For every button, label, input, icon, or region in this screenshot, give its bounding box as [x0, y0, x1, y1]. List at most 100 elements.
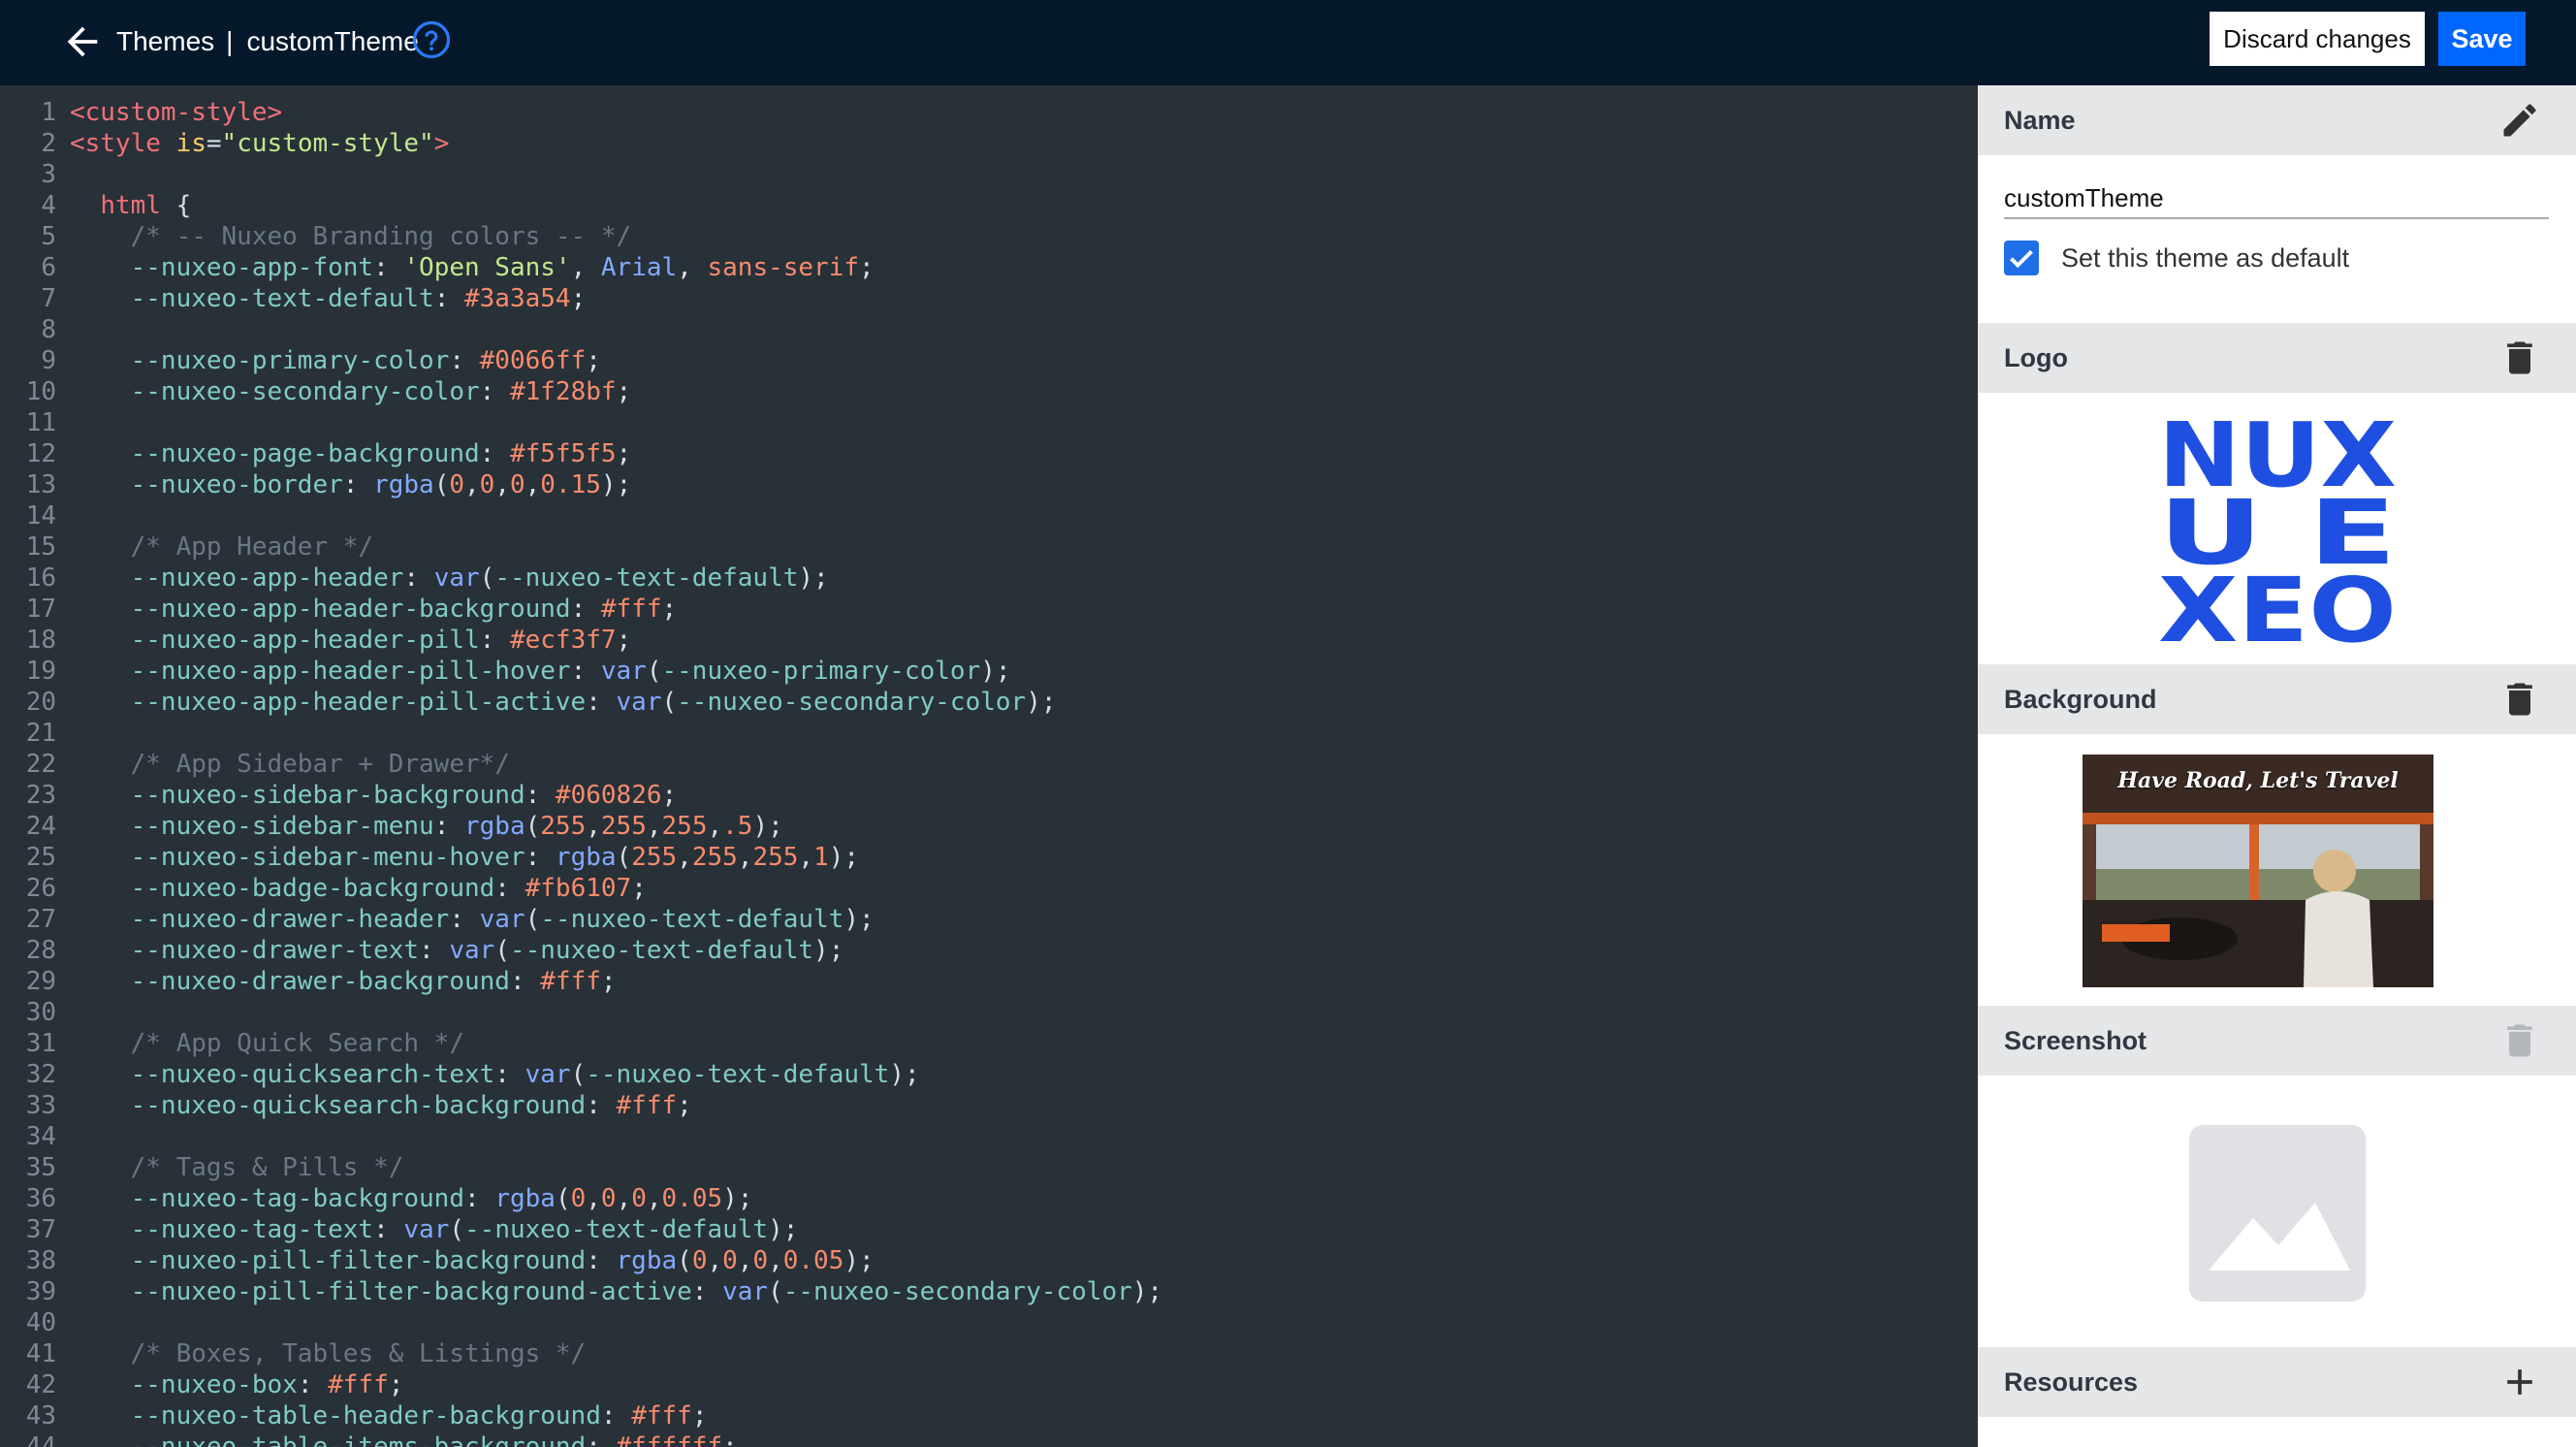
image-placeholder-icon — [2189, 1125, 2366, 1302]
code-text: --nuxeo-quicksearch-background: #fff; — [70, 1091, 692, 1120]
code-text: --nuxeo-secondary-color: #1f28bf; — [70, 377, 632, 406]
line-number: 9 — [41, 346, 56, 375]
code-line: 24 --nuxeo-sidebar-menu: rgba(255,255,25… — [0, 811, 1978, 842]
screenshot-section-title: Screenshot — [2004, 1026, 2147, 1055]
code-editor[interactable]: 1 <custom-style> 2 <style is="custom-style"… — [0, 85, 1978, 1447]
breadcrumb-separator: | — [226, 26, 234, 56]
code-text: html { — [100, 191, 192, 220]
line-number: 26 — [25, 874, 56, 903]
line-number: 11 — [25, 408, 56, 437]
code-text: --nuxeo-sidebar-menu-hover: rgba(255,255… — [70, 843, 860, 872]
nuxeo-logo-image: NUX U E XEO — [2158, 403, 2397, 662]
line-number: 23 — [25, 781, 56, 810]
code-line: 22 /* App Sidebar + Drawer*/ — [0, 749, 1978, 780]
code-line: 29 --nuxeo-drawer-background: #fff; — [0, 966, 1978, 997]
default-theme-checkbox[interactable] — [2004, 241, 2039, 275]
default-theme-label: Set this theme as default — [2061, 243, 2350, 273]
save-button[interactable]: Save — [2438, 12, 2526, 66]
pencil-icon[interactable] — [2498, 99, 2541, 142]
help-circle-icon[interactable] — [411, 19, 452, 60]
svg-text:XEO: XEO — [2158, 559, 2397, 644]
name-section-header: Name — [1978, 85, 2576, 155]
code-line: 37 --nuxeo-tag-text: var(--nuxeo-text-de… — [0, 1214, 1978, 1245]
resources-section-header: Resources — [1978, 1347, 2576, 1417]
code-line: 17 --nuxeo-app-header-background: #fff; — [0, 594, 1978, 625]
code-line: 43 --nuxeo-table-header-background: #fff… — [0, 1400, 1978, 1431]
background-section-header: Background — [1978, 664, 2576, 734]
background-image: Have Road, Let's Travel — [2083, 755, 2433, 987]
code-line: 40 — [0, 1307, 1978, 1338]
line-number: 20 — [25, 688, 56, 717]
code-text: /* -- Nuxeo Branding colors -- */ — [70, 222, 632, 251]
line-number: 28 — [25, 936, 56, 965]
code-line: 16 --nuxeo-app-header: var(--nuxeo-text-… — [0, 563, 1978, 594]
code-line: 44 --nuxeo-table-items-background: #ffff… — [0, 1431, 1978, 1447]
delete-logo-trash-icon[interactable] — [2498, 337, 2541, 379]
code-line: 8 — [0, 314, 1978, 345]
line-number: 14 — [25, 501, 56, 531]
breadcrumb-themes-link[interactable]: Themes — [116, 26, 214, 56]
background-image-caption: Have Road, Let's Travel — [2117, 768, 2399, 793]
code-line: 13 --nuxeo-border: rgba(0,0,0,0.15); — [0, 469, 1978, 500]
code-text: --nuxeo-text-default: #3a3a54; — [70, 284, 587, 313]
code-line: 2 <style is="custom-style"> — [0, 128, 1978, 159]
line-number: 3 — [41, 160, 56, 189]
line-number: 7 — [41, 284, 56, 313]
code-line: 33 --nuxeo-quicksearch-background: #fff; — [0, 1090, 1978, 1121]
line-number: 2 — [41, 129, 56, 158]
background-section-title: Background — [2004, 685, 2157, 714]
discard-changes-button[interactable]: Discard changes — [2210, 12, 2425, 66]
code-line: 25 --nuxeo-sidebar-menu-hover: rgba(255,… — [0, 842, 1978, 873]
line-number: 18 — [25, 626, 56, 655]
code-text: --nuxeo-sidebar-menu: rgba(255,255,255,.… — [70, 812, 783, 841]
code-line: 39 --nuxeo-pill-filter-background-active… — [0, 1276, 1978, 1307]
line-number: 29 — [25, 967, 56, 996]
back-arrow-icon[interactable] — [60, 19, 105, 64]
code-line: 34 — [0, 1121, 1978, 1152]
code-line: 7 --nuxeo-text-default: #3a3a54; — [0, 283, 1978, 314]
line-number: 34 — [25, 1122, 56, 1151]
code-line: 6 --nuxeo-app-font: 'Open Sans', Arial, … — [0, 252, 1978, 283]
logo-section-title: Logo — [2004, 343, 2068, 372]
code-text: --nuxeo-primary-color: #0066ff; — [70, 346, 601, 375]
line-number: 35 — [25, 1153, 56, 1182]
line-number: 4 — [41, 191, 56, 220]
theme-name-input[interactable] — [2004, 178, 2549, 219]
code-text: --nuxeo-quicksearch-text: var(--nuxeo-te… — [70, 1060, 920, 1089]
line-number: 32 — [25, 1060, 56, 1089]
line-number: 44 — [25, 1432, 56, 1447]
line-number: 5 — [41, 222, 56, 251]
code-text: /* Boxes, Tables & Listings */ — [70, 1339, 587, 1368]
code-text: --nuxeo-table-items-background: #ffffff; — [70, 1432, 738, 1447]
delete-screenshot-trash-icon — [2498, 1019, 2541, 1062]
line-number: 31 — [25, 1029, 56, 1058]
line-number: 36 — [25, 1184, 56, 1213]
line-number: 12 — [25, 439, 56, 468]
code-text: --nuxeo-badge-background: #fb6107; — [70, 874, 647, 903]
line-number: 30 — [25, 998, 56, 1027]
code-line: 32 --nuxeo-quicksearch-text: var(--nuxeo… — [0, 1059, 1978, 1090]
theme-properties-panel: Name Set this theme as default Logo NUX … — [1978, 85, 2576, 1447]
code-line: 15 /* App Header */ — [0, 531, 1978, 563]
code-line: 23 --nuxeo-sidebar-background: #060826; — [0, 780, 1978, 811]
code-line: 18 --nuxeo-app-header-pill: #ecf3f7; — [0, 625, 1978, 656]
code-line: 1 <custom-style> — [0, 97, 1978, 128]
code-line: 30 — [0, 997, 1978, 1028]
line-number: 40 — [25, 1308, 56, 1337]
code-line: 28 --nuxeo-drawer-text: var(--nuxeo-text… — [0, 935, 1978, 966]
line-number: 10 — [25, 377, 56, 406]
code-text: --nuxeo-drawer-text: var(--nuxeo-text-de… — [70, 936, 844, 965]
line-number: 19 — [25, 657, 56, 686]
code-line: 41 /* Boxes, Tables & Listings */ — [0, 1338, 1978, 1369]
delete-background-trash-icon[interactable] — [2498, 678, 2541, 721]
code-lines: 1 <custom-style> 2 <style is="custom-style"… — [0, 97, 1978, 1447]
line-number: 8 — [41, 315, 56, 344]
add-resource-plus-icon[interactable] — [2498, 1361, 2541, 1403]
code-text: /* App Quick Search */ — [70, 1029, 464, 1058]
code-line: 26 --nuxeo-badge-background: #fb6107; — [0, 873, 1978, 904]
breadcrumb: Themes | customTheme — [116, 19, 419, 64]
code-text: <custom-style> — [70, 98, 283, 127]
line-number: 41 — [25, 1339, 56, 1368]
line-number: 37 — [25, 1215, 56, 1244]
resources-section-title: Resources — [2004, 1367, 2139, 1397]
